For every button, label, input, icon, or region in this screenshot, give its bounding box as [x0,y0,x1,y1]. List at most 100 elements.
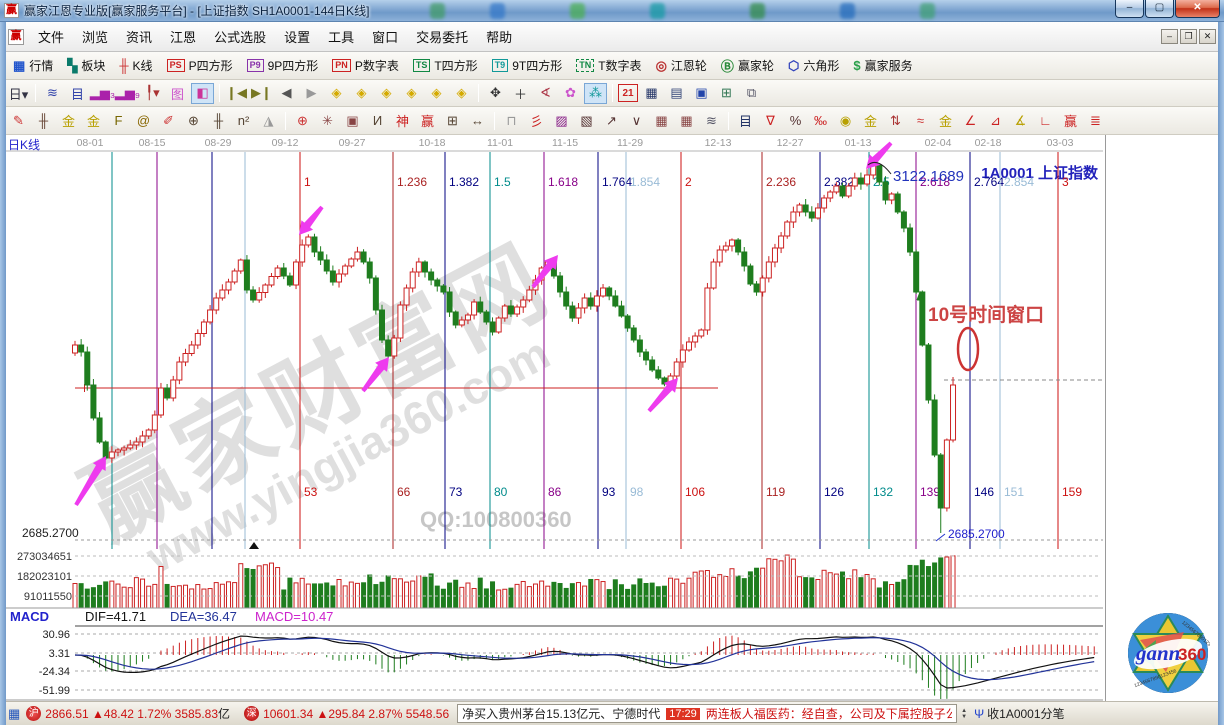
percent-icon[interactable]: % [784,110,807,131]
toolbar-button-p-square[interactable]: PSP四方形 [160,55,240,76]
gann-diamond-6-icon[interactable]: ◈ [450,83,473,104]
mdi-button-1[interactable]: ❐ [1180,29,1197,44]
menu-item-窗口[interactable]: 窗口 [363,27,407,48]
gold-grid-1-icon[interactable]: 金 [57,110,80,131]
grid-ruler-icon[interactable]: ╫ [32,110,55,131]
shen-tool-icon[interactable]: 神 [391,110,414,131]
gann-diamond-3-icon[interactable]: ◈ [375,83,398,104]
gann-diamond-2-icon[interactable]: ◈ [350,83,373,104]
toolbar-button-p-table[interactable]: PNP数字表 [325,55,406,76]
menu-item-江恩[interactable]: 江恩 [161,27,205,48]
menu-item-公式选股[interactable]: 公式选股 [205,27,275,48]
web-square-icon[interactable]: ▣ [341,110,364,131]
hatch-purple-icon[interactable]: ▨ [550,110,573,131]
spiral-icon[interactable]: @ [132,110,155,131]
pattern-icon[interactable]: 图 [166,83,189,104]
toolbar-button-winner-service[interactable]: $赢家服务 [846,55,919,76]
menu-item-文件[interactable]: 文件 [29,27,73,48]
calculator-icon[interactable]: ▦ [640,83,663,104]
maximize-button[interactable]: ▢ [1145,0,1174,18]
menu-item-资讯[interactable]: 资讯 [117,27,161,48]
go-last-icon[interactable]: ▶❙ [250,83,273,104]
pen-icon[interactable]: ✎ [7,110,30,131]
gann-diamond-5-icon[interactable]: ◈ [425,83,448,104]
go-first-icon[interactable]: ❙◀ [225,83,248,104]
grid-a-icon[interactable]: ▦ [650,110,673,131]
stack-angle-icon[interactable]: ≣ [1084,110,1107,131]
toolbar-button-winner-wheel[interactable]: Ⓑ赢家轮 [714,54,781,77]
notes-icon[interactable]: ▤ [665,83,688,104]
menu-item-帮助[interactable]: 帮助 [477,27,521,48]
waves-icon[interactable]: ≈ [909,110,932,131]
gold-circle-icon[interactable]: ◉ [834,110,857,131]
layout-icon[interactable]: 日▾ [7,83,30,104]
f-angle-icon[interactable]: ⊿ [984,110,1007,131]
gold-angle-icon[interactable]: ∡ [1009,110,1032,131]
export-chart-icon[interactable]: ⊞ [715,83,738,104]
toolbar-button-t-table[interactable]: TNT数字表 [569,55,648,76]
crosshair-tool-icon[interactable]: ＋ [509,83,532,104]
save-icon[interactable]: ▣ [690,83,713,104]
menu-item-工具[interactable]: 工具 [319,27,363,48]
grid-123-icon[interactable]: ⊞ [441,110,464,131]
news-scroll-spinner[interactable]: ▲▼ [961,708,967,720]
permille-icon[interactable]: ‰ [809,110,832,131]
toolbar-button-t-square[interactable]: TST四方形 [406,55,485,76]
bars-9-icon[interactable]: ▂▅₉ [116,83,139,104]
menu-item-浏览[interactable]: 浏览 [73,27,117,48]
panel-lines-icon[interactable]: 目 [734,110,757,131]
menu-item-设置[interactable]: 设置 [275,27,319,48]
info-note-icon[interactable]: 目 [66,83,89,104]
gann-fan-icon[interactable]: 彡 [525,110,548,131]
gold-grid-2-icon[interactable]: 金 [82,110,105,131]
target-circle-icon[interactable]: ⊕ [291,110,314,131]
toolbar-button-sectors[interactable]: ▚板块 [60,55,112,76]
toolbar-button-kline[interactable]: ╫K线 [112,55,159,76]
da-angle-icon[interactable]: ∟ [1034,110,1057,131]
f-grid-icon[interactable]: F [107,110,130,131]
minimize-button[interactable]: – [1115,0,1144,18]
toolbar-button-hexagon[interactable]: ⬡六角形 [781,55,846,76]
candle-style-icon[interactable]: ╿▾ [141,83,164,104]
toolbar-button-9t-square[interactable]: T99T四方形 [485,55,570,76]
updown-pen-icon[interactable]: ⇅ [884,110,907,131]
compass-grid-icon[interactable]: ⊕ [182,110,205,131]
bars-3-icon[interactable]: ▂▅₃ [91,83,114,104]
go-prev-icon[interactable]: ◀ [275,83,298,104]
kline-chart[interactable]: 08-0108-1508-2909-1209-2710-1811-0111-15… [0,135,1105,701]
gann-diamond-1-icon[interactable]: ◈ [325,83,348,104]
mdi-button-2[interactable]: ✕ [1199,29,1216,44]
print-icon[interactable]: ⧉ [740,83,763,104]
close-button[interactable]: ✕ [1175,0,1220,18]
toolbar-button-gann-wheel[interactable]: ◎江恩轮 [649,55,714,76]
hand-tool-icon[interactable]: ✥ [484,83,507,104]
pen-2-icon[interactable]: ✐ [157,110,180,131]
go-next-icon[interactable]: ▶ [300,83,323,104]
toolbar-button-quotes[interactable]: ▦行情 [6,55,60,76]
gann-diamond-4-icon[interactable]: ◈ [400,83,423,104]
trend-arrow-icon[interactable]: ↗ [600,110,623,131]
flower-tool-icon[interactable]: ✿ [559,83,582,104]
hatch-dark-icon[interactable]: ▧ [575,110,598,131]
gold-lines-icon[interactable]: 金 [859,110,882,131]
grid-ruler-2-icon[interactable]: ╫ [207,110,230,131]
toolbar-button-9p-square[interactable]: P99P四方形 [240,55,326,76]
mdi-button-0[interactable]: – [1161,29,1178,44]
frame-icon[interactable]: ⊓ [500,110,523,131]
menu-item-交易委托[interactable]: 交易委托 [407,27,477,48]
gold-base-icon[interactable]: 金 [934,110,957,131]
angle-measure-icon[interactable]: ∢ [534,83,557,104]
zigzag-icon[interactable]: ∨ [625,110,648,131]
grid-b-icon[interactable]: ▦ [675,110,698,131]
h-measure-icon[interactable]: ↔ [466,110,489,131]
news-ticker[interactable]: 净买入贵州茅台15.13亿元、宁德时代 17:29 两连板人福医药：经自查，公司… [457,704,957,723]
pct-down-icon[interactable]: ∇ [759,110,782,131]
ying-angle-icon[interactable]: 赢 [1059,110,1082,131]
web-icon[interactable]: ✳ [316,110,339,131]
brain-tool-icon[interactable]: ⁂ [584,83,607,104]
ying-tool-icon[interactable]: 赢 [416,110,439,131]
n-square-icon[interactable]: n² [232,110,255,131]
angle-red-icon[interactable]: ∠ [959,110,982,131]
market-grid-icon[interactable]: ▦ [8,706,20,722]
calendar-icon[interactable]: 21 [618,84,638,102]
